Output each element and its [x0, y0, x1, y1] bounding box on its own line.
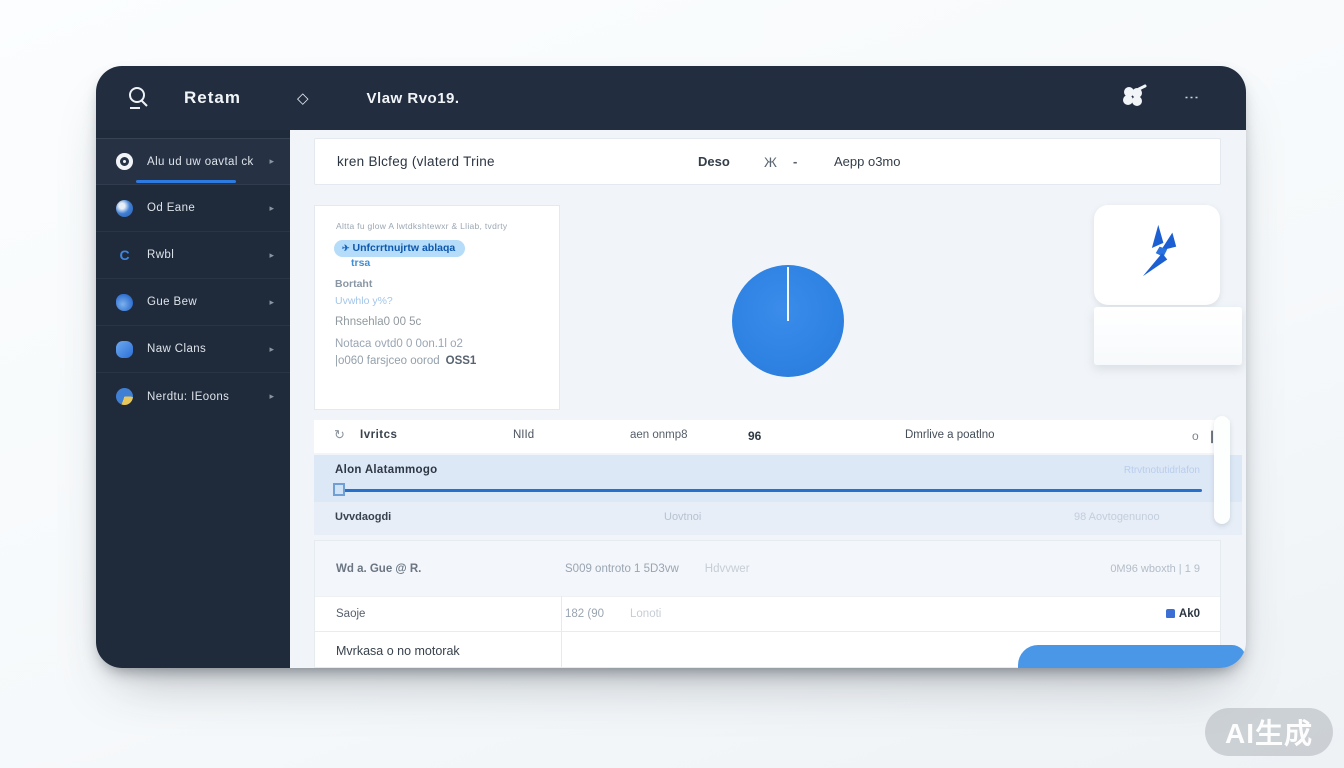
progress-handle[interactable] — [333, 483, 345, 496]
content-header: kren Blcfeg (vlaterd Trine Deso Ж - Aepp… — [314, 138, 1221, 185]
chevron-right-icon: ▸ — [269, 250, 274, 261]
sidebar-item-5[interactable]: Nerdtu: IEoons ▸ — [96, 373, 290, 420]
info-line-4-value: OSS1 — [446, 355, 477, 367]
metric-label-4: Dmrlive a poatlno — [905, 429, 994, 441]
pie-divider-line — [787, 267, 789, 321]
subrow-left: Uvvdaogdi — [335, 511, 391, 523]
refresh-icon[interactable]: ↻ — [334, 427, 345, 443]
header-action-secondary[interactable]: Aepp o3mo — [834, 154, 901, 169]
info-line-4: |o060 farsjceo oorod OSS1 — [335, 355, 476, 367]
flower-icon[interactable] — [1118, 81, 1148, 116]
row-detail-faint: Lonoti — [630, 608, 661, 620]
row-right-value: 0M96 wboxth | 1 9 — [1110, 563, 1200, 575]
metrics-row: ↻ Ivritcs NIId aen onmp8 96 Dmrlive a po… — [314, 420, 1230, 453]
header-glyph-icon: Ж — [764, 154, 777, 170]
row-detail: S009 ontroto 1 5D3vw Hdvvwer — [565, 563, 750, 575]
info-line-3: Notaca ovtd0 0 0on.1l o2 — [335, 338, 463, 350]
row-right-value: Ak0 — [1166, 608, 1200, 620]
table-column-divider — [561, 596, 562, 667]
row-detail: 182 (90 Lonoti — [565, 608, 661, 620]
chevron-right-icon: ▸ — [269, 297, 274, 308]
globe-icon — [116, 200, 133, 217]
pie-slice-full — [732, 265, 844, 377]
info-line-4-text: |o060 farsjceo oorod — [335, 355, 440, 367]
sidebar-item-4[interactable]: Naw Clans ▸ — [96, 326, 290, 373]
row-name: Mvrkasa o no motorak — [336, 644, 460, 658]
sidebar-item-label: Naw Clans — [147, 343, 206, 355]
pie-chart — [732, 265, 844, 377]
sidebar-item-1[interactable]: Od Eane ▸ — [96, 185, 290, 232]
chevron-right-icon: ▸ — [269, 391, 274, 402]
brand-title: Retam — [184, 88, 241, 108]
row-detail-main: 182 (90 — [565, 608, 604, 620]
logo-sub-panel — [1094, 307, 1242, 365]
letter-c-icon: C — [116, 247, 133, 264]
progress-subrow: Uvvdaogdi Uovtnoi 98 Aovtogenunoo — [314, 502, 1242, 535]
search-icon[interactable] — [126, 85, 152, 111]
row-right-text: Ak0 — [1179, 608, 1200, 620]
circle-icon — [116, 153, 133, 170]
metric-o-icon[interactable]: o — [1192, 429, 1199, 443]
sidebar-item-label: Nerdtu: IEoons — [147, 391, 229, 403]
row-detail-faint: Hdvvwer — [705, 563, 750, 575]
progress-section: Alon Alatammogo Rtrvtnotutidrlafon — [314, 455, 1242, 502]
progress-bar[interactable] — [336, 489, 1202, 492]
sidebar-item-0[interactable]: Alu ud uw oavtal ck ▸ — [96, 138, 290, 185]
metric-label-1: Ivritcs — [360, 429, 397, 441]
sidebar-item-label: Od Eane — [147, 202, 195, 214]
info-label: Bortaht — [335, 278, 372, 290]
nav-menu-item[interactable]: Vlaw Rvo19. — [367, 90, 460, 107]
table-row[interactable]: Saoje 182 (90 Lonoti Ak0 — [315, 596, 1220, 631]
metric-label-2: NIId — [513, 429, 534, 441]
top-navbar: Retam ◇ Vlaw Rvo19. ⋮ — [96, 66, 1246, 130]
metric-label-3: aen onmp8 — [630, 429, 688, 441]
highlighted-link-pill[interactable]: ✈Unfcrrtnujrtw ablaqa — [334, 240, 465, 257]
cloud-icon — [116, 294, 133, 311]
lock-icon — [1166, 609, 1175, 618]
metric-value-3: 96 — [748, 429, 761, 443]
sidebar: Alu ud uw oavtal ck ▸ Od Eane ▸ C Rwbl ▸… — [96, 130, 290, 668]
kebab-menu-icon[interactable]: ⋮ — [1182, 90, 1200, 107]
sidebar-item-label: Rwbl — [147, 249, 174, 261]
pie-icon — [116, 388, 133, 405]
pill-icon: ✈ — [342, 243, 350, 253]
sidebar-item-2[interactable]: C Rwbl ▸ — [96, 232, 290, 279]
row-detail-main: S009 ontroto 1 5D3vw — [565, 563, 679, 575]
info-line-2: Rhnsehla0 00 5c — [335, 316, 421, 328]
header-action-deso[interactable]: Deso — [698, 154, 730, 169]
info-caption: Altta fu glow A lwtdkshtewxr & Lliab, tv… — [336, 221, 507, 231]
ai-watermark: AI生成 — [1205, 708, 1333, 756]
scrollbar-thumb[interactable] — [1214, 416, 1230, 524]
primary-cta-button[interactable] — [1018, 645, 1246, 668]
progress-right-hint: Rtrvtnotutidrlafon — [1124, 465, 1200, 476]
chevron-right-icon: ▸ — [269, 344, 274, 355]
info-value-link[interactable]: Uvwhlo y%? — [335, 295, 393, 307]
subrow-right: 98 Aovtogenunoo — [1074, 511, 1160, 523]
pill-subtext[interactable]: trsa — [351, 257, 370, 269]
page-title: kren Blcfeg (vlaterd Trine — [337, 154, 495, 169]
sidebar-item-label: Alu ud uw oavtal ck — [147, 156, 254, 168]
info-card: Altta fu glow A lwtdkshtewxr & Lliab, tv… — [314, 205, 560, 410]
header-dash: - — [793, 154, 797, 169]
row-name: Saoje — [336, 608, 365, 620]
diamond-icon[interactable]: ◇ — [297, 89, 309, 107]
pill-label: Unfcrrtnujrtw ablaqa — [353, 242, 456, 254]
app-window: Retam ◇ Vlaw Rvo19. ⋮ Alu ud uw oavtal c… — [96, 66, 1246, 668]
table-row[interactable]: Wd a. Gue @ R. S009 ontroto 1 5D3vw Hdvvw… — [315, 541, 1220, 596]
subrow-center: Uovtnoi — [664, 511, 701, 523]
progress-title: Alon Alatammogo — [335, 464, 437, 476]
chevron-right-icon: ▸ — [269, 156, 274, 167]
bird-logo-icon — [1125, 219, 1189, 291]
chevron-right-icon: ▸ — [269, 203, 274, 214]
logo-card[interactable] — [1094, 205, 1220, 305]
sidebar-item-3[interactable]: Gue Bew ▸ — [96, 279, 290, 326]
blob-icon — [116, 341, 133, 358]
sidebar-item-label: Gue Bew — [147, 296, 197, 308]
row-name: Wd a. Gue @ R. — [336, 563, 421, 575]
